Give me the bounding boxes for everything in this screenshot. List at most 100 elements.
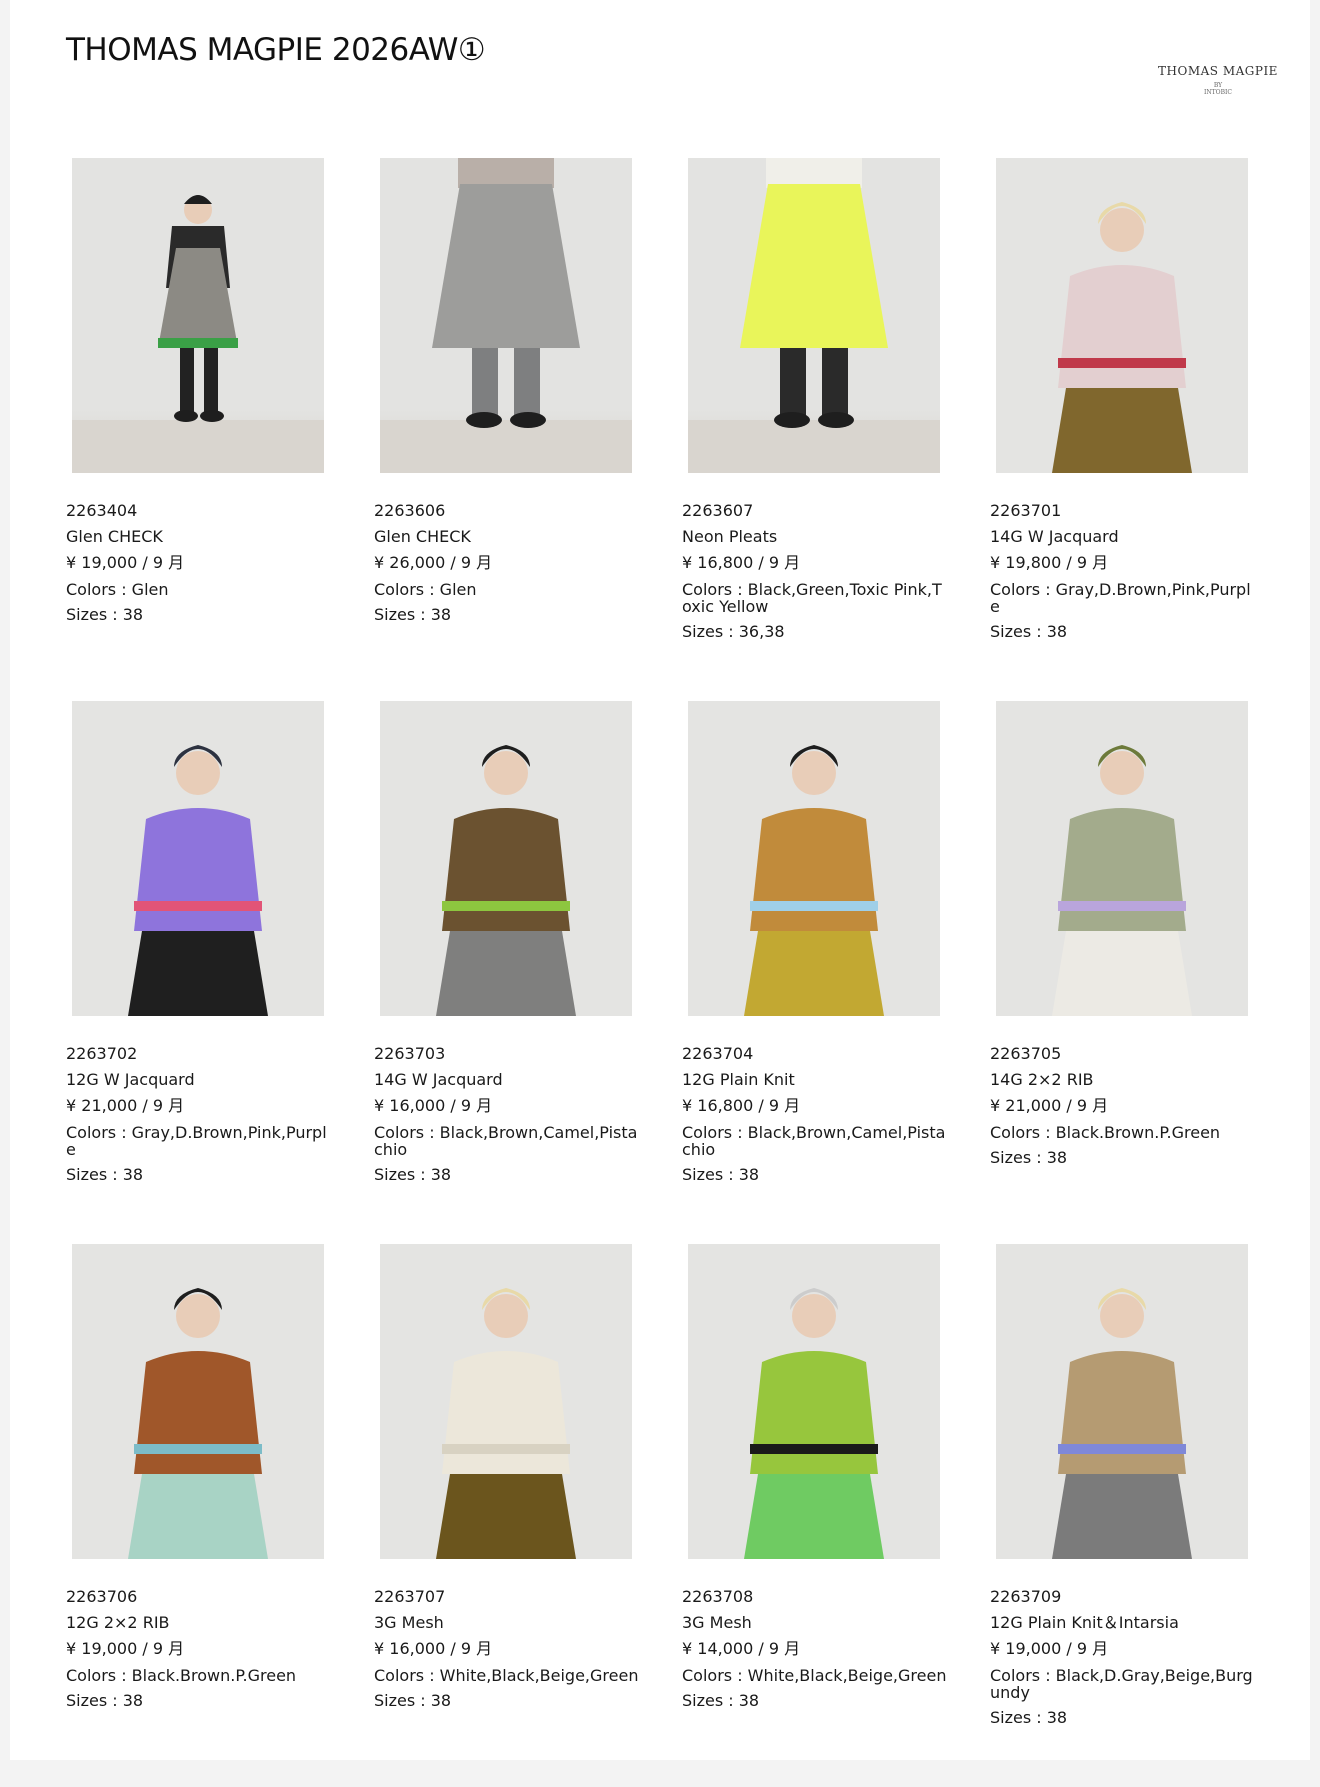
- product-name: 12G Plain Knit＆Intarsia: [990, 1613, 1179, 1632]
- product-name: 14G W Jacquard: [374, 1070, 503, 1089]
- product-name: 12G Plain Knit: [682, 1070, 795, 1089]
- product-photo[interactable]: [996, 701, 1248, 1016]
- product-code: 2263703: [374, 1044, 446, 1063]
- product-info: 2263404 Glen CHECK ¥ 19,000 / 9 月 Colors : …: [66, 498, 331, 628]
- product-photo[interactable]: [72, 158, 324, 473]
- product-sizes: Sizes : 38: [682, 1165, 760, 1184]
- product-price: ¥ 19,000 / 9 月: [66, 1639, 185, 1658]
- product-sizes: Sizes : 38: [374, 1165, 452, 1184]
- product-card[interactable]: 2263606 Glen CHECK ¥ 26,000 / 9 月 Colors : …: [374, 158, 682, 701]
- product-code: 2263607: [682, 501, 754, 520]
- product-colors: Colors : Black,D.Gray,Beige,Burgundy: [990, 1666, 1253, 1702]
- product-name: 3G Mesh: [682, 1613, 752, 1632]
- product-price: ¥ 16,800 / 9 月: [682, 1096, 801, 1115]
- product-grid: 2263404 Glen CHECK ¥ 19,000 / 9 月 Colors : …: [66, 158, 1298, 1787]
- product-colors: Colors : Glen: [374, 580, 477, 599]
- product-price: ¥ 14,000 / 9 月: [682, 1639, 801, 1658]
- product-sizes: Sizes : 38: [990, 622, 1068, 641]
- product-colors: Colors : Black,Green,Toxic Pink,Toxic Ye…: [682, 580, 942, 616]
- page-title: THOMAS MAGPIE 2026AW①: [66, 32, 486, 68]
- product-card[interactable]: 2263607 Neon Pleats ¥ 16,800 / 9 月 Colors :…: [682, 158, 990, 701]
- product-colors: Colors : Glen: [66, 580, 169, 599]
- product-colors: Colors : White,Black,Beige,Green: [682, 1666, 947, 1685]
- product-info: 2263703 14G W Jacquard ¥ 16,000 / 9 月 Color…: [374, 1041, 639, 1188]
- product-colors: Colors : Gray,D.Brown,Pink,Purple: [990, 580, 1251, 616]
- product-card[interactable]: 2263706 12G 2×2 RIB ¥ 19,000 / 9 月 Colors :…: [66, 1244, 374, 1787]
- product-card[interactable]: 2263707 3G Mesh ¥ 16,000 / 9 月 Colors : Whi…: [374, 1244, 682, 1787]
- product-sizes: Sizes : 38: [682, 1691, 760, 1710]
- product-price: ¥ 26,000 / 9 月: [374, 553, 493, 572]
- product-photo[interactable]: [688, 1244, 940, 1559]
- product-price: ¥ 16,000 / 9 月: [374, 1639, 493, 1658]
- product-name: 12G 2×2 RIB: [66, 1613, 170, 1632]
- product-code: 2263606: [374, 501, 446, 520]
- model-figure-illustration: [72, 701, 324, 1016]
- product-card[interactable]: 2263702 12G W Jacquard ¥ 21,000 / 9 月 Color…: [66, 701, 374, 1244]
- product-name: 14G W Jacquard: [990, 527, 1119, 546]
- product-sizes: Sizes : 38: [374, 605, 452, 624]
- product-info: 2263607 Neon Pleats ¥ 16,800 / 9 月 Colors :…: [682, 498, 947, 645]
- product-colors: Colors : Black,Brown,Camel,Pistachio: [682, 1123, 946, 1159]
- model-figure-illustration: [380, 1244, 632, 1559]
- model-figure-illustration: [72, 1244, 324, 1559]
- product-photo[interactable]: [688, 701, 940, 1016]
- product-photo[interactable]: [72, 1244, 324, 1559]
- model-figure-illustration: [688, 701, 940, 1016]
- product-colors: Colors : Black.Brown.P.Green: [990, 1123, 1221, 1142]
- product-photo[interactable]: [688, 158, 940, 473]
- product-info: 2263701 14G W Jacquard ¥ 19,800 / 9 月 Color…: [990, 498, 1255, 645]
- model-figure-illustration: [72, 195, 324, 473]
- product-photo[interactable]: [996, 1244, 1248, 1559]
- product-sizes: Sizes : 36,38: [682, 622, 785, 641]
- product-colors: Colors : White,Black,Beige,Green: [374, 1666, 639, 1685]
- model-figure-illustration: [380, 158, 632, 473]
- product-sizes: Sizes : 38: [66, 605, 144, 624]
- product-photo[interactable]: [380, 701, 632, 1016]
- product-name: Glen CHECK: [66, 527, 163, 546]
- product-price: ¥ 21,000 / 9 月: [990, 1096, 1109, 1115]
- logo-by: BY: [1213, 82, 1223, 89]
- model-figure-illustration: [380, 701, 632, 1016]
- product-colors: Colors : Black,Brown,Camel,Pistachio: [374, 1123, 638, 1159]
- product-name: Glen CHECK: [374, 527, 471, 546]
- catalog-sheet: THOMAS MAGPIE 2026AW① THOMAS MAGPIE BY I…: [10, 0, 1310, 1760]
- product-card[interactable]: 2263404 Glen CHECK ¥ 19,000 / 9 月 Colors : …: [66, 158, 374, 701]
- product-price: ¥ 16,000 / 9 月: [374, 1096, 493, 1115]
- product-card[interactable]: 2263709 12G Plain Knit＆Intarsia ¥ 19,000 /…: [990, 1244, 1298, 1787]
- product-card[interactable]: 2263704 12G Plain Knit ¥ 16,800 / 9 月 Color…: [682, 701, 990, 1244]
- product-info: 2263706 12G 2×2 RIB ¥ 19,000 / 9 月 Colors :…: [66, 1584, 331, 1714]
- product-card[interactable]: 2263705 14G 2×2 RIB ¥ 21,000 / 9 月 Colors :…: [990, 701, 1298, 1244]
- product-card[interactable]: 2263701 14G W Jacquard ¥ 19,800 / 9 月 Color…: [990, 158, 1298, 701]
- product-info: 2263709 12G Plain Knit＆Intarsia ¥ 19,000 /…: [990, 1584, 1255, 1731]
- product-code: 2263709: [990, 1587, 1062, 1606]
- product-info: 2263704 12G Plain Knit ¥ 16,800 / 9 月 Color…: [682, 1041, 947, 1188]
- product-code: 2263702: [66, 1044, 138, 1063]
- product-photo[interactable]: [72, 701, 324, 1016]
- product-photo[interactable]: [380, 158, 632, 473]
- product-code: 2263708: [682, 1587, 754, 1606]
- product-code: 2263404: [66, 501, 138, 520]
- model-figure-illustration: [996, 701, 1248, 1016]
- product-info: 2263708 3G Mesh ¥ 14,000 / 9 月 Colors : Whi…: [682, 1584, 947, 1714]
- product-code: 2263707: [374, 1587, 446, 1606]
- product-card[interactable]: 2263703 14G W Jacquard ¥ 16,000 / 9 月 Color…: [374, 701, 682, 1244]
- product-price: ¥ 16,800 / 9 月: [682, 553, 801, 572]
- product-code: 2263706: [66, 1587, 138, 1606]
- product-price: ¥ 19,000 / 9 月: [66, 553, 185, 572]
- product-photo[interactable]: [380, 1244, 632, 1559]
- product-colors: Colors : Black.Brown.P.Green: [66, 1666, 297, 1685]
- logo-maker: INTOBIC: [1204, 89, 1232, 96]
- product-sizes: Sizes : 38: [374, 1691, 452, 1710]
- product-name: 14G 2×2 RIB: [990, 1070, 1094, 1089]
- product-name: Neon Pleats: [682, 527, 778, 546]
- product-info: 2263705 14G 2×2 RIB ¥ 21,000 / 9 月 Colors :…: [990, 1041, 1255, 1171]
- product-price: ¥ 19,000 / 9 月: [990, 1639, 1109, 1658]
- model-figure-illustration: [688, 158, 940, 473]
- product-sizes: Sizes : 38: [66, 1691, 144, 1710]
- product-sizes: Sizes : 38: [990, 1708, 1068, 1727]
- product-info: 2263707 3G Mesh ¥ 16,000 / 9 月 Colors : Whi…: [374, 1584, 639, 1714]
- product-card[interactable]: 2263708 3G Mesh ¥ 14,000 / 9 月 Colors : Whi…: [682, 1244, 990, 1787]
- product-sizes: Sizes : 38: [66, 1165, 144, 1184]
- product-code: 2263701: [990, 501, 1062, 520]
- product-photo[interactable]: [996, 158, 1248, 473]
